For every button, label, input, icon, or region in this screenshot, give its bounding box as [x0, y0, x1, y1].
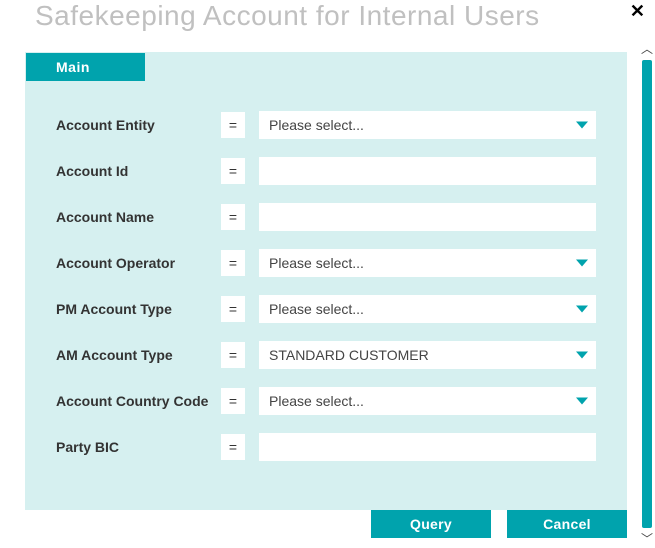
field-label: Account Entity	[56, 117, 221, 133]
field-label: AM Account Type	[56, 347, 221, 363]
field-row: AM Account Type= STANDARD CUSTOMER	[56, 341, 596, 369]
equals-operator[interactable]: =	[221, 112, 245, 138]
dropdown-input[interactable]: Please select...	[259, 249, 596, 277]
chevron-down-icon	[576, 122, 588, 129]
dropdown-value: STANDARD CUSTOMER	[269, 347, 429, 363]
dropdown-input[interactable]: Please select...	[259, 387, 596, 415]
main-panel: Main Account Entity=Please select...Acco…	[25, 52, 627, 510]
field-row: Account Entity= Please select...	[56, 111, 596, 139]
equals-operator[interactable]: =	[221, 250, 245, 276]
dropdown-input[interactable]: STANDARD CUSTOMER	[259, 341, 596, 369]
text-input[interactable]	[259, 203, 596, 231]
equals-operator[interactable]: =	[221, 434, 245, 460]
dropdown-value: Please select...	[269, 117, 364, 133]
field-label: PM Account Type	[56, 301, 221, 317]
field-label: Account Id	[56, 163, 221, 179]
query-button[interactable]: Query	[371, 510, 491, 538]
field-label: Account Country Code	[56, 393, 221, 409]
scroll-thumb[interactable]	[642, 60, 652, 528]
equals-operator[interactable]: =	[221, 388, 245, 414]
scroll-down-icon[interactable]: ﹀	[641, 530, 653, 547]
chevron-down-icon	[576, 352, 588, 359]
equals-operator[interactable]: =	[221, 158, 245, 184]
page-title: Safekeeping Account for Internal Users	[0, 0, 655, 42]
field-row: Account Country Code= Please select...	[56, 387, 596, 415]
tab-main[interactable]: Main	[26, 53, 145, 81]
dropdown-value: Please select...	[269, 393, 364, 409]
field-label: Account Operator	[56, 255, 221, 271]
field-row: Account Id=	[56, 157, 596, 185]
dropdown-value: Please select...	[269, 301, 364, 317]
cancel-button[interactable]: Cancel	[507, 510, 627, 538]
field-row: PM Account Type= Please select...	[56, 295, 596, 323]
close-icon[interactable]: ✕	[630, 2, 645, 20]
dropdown-input[interactable]: Please select...	[259, 295, 596, 323]
equals-operator[interactable]: =	[221, 204, 245, 230]
button-bar: Query Cancel	[371, 510, 627, 538]
text-input[interactable]	[259, 157, 596, 185]
field-row: Party BIC=	[56, 433, 596, 461]
field-label: Party BIC	[56, 439, 221, 455]
chevron-down-icon	[576, 260, 588, 267]
text-input[interactable]	[259, 433, 596, 461]
scroll-up-icon[interactable]: ︿	[641, 40, 653, 57]
field-row: Account Name=	[56, 203, 596, 231]
chevron-down-icon	[576, 306, 588, 313]
scrollbar[interactable]: ︿ ﹀	[637, 40, 655, 548]
chevron-down-icon	[576, 398, 588, 405]
equals-operator[interactable]: =	[221, 342, 245, 368]
field-row: Account Operator= Please select...	[56, 249, 596, 277]
field-label: Account Name	[56, 209, 221, 225]
dropdown-input[interactable]: Please select...	[259, 111, 596, 139]
dropdown-value: Please select...	[269, 255, 364, 271]
equals-operator[interactable]: =	[221, 296, 245, 322]
field-container: Account Entity=Please select...Account I…	[26, 81, 626, 461]
